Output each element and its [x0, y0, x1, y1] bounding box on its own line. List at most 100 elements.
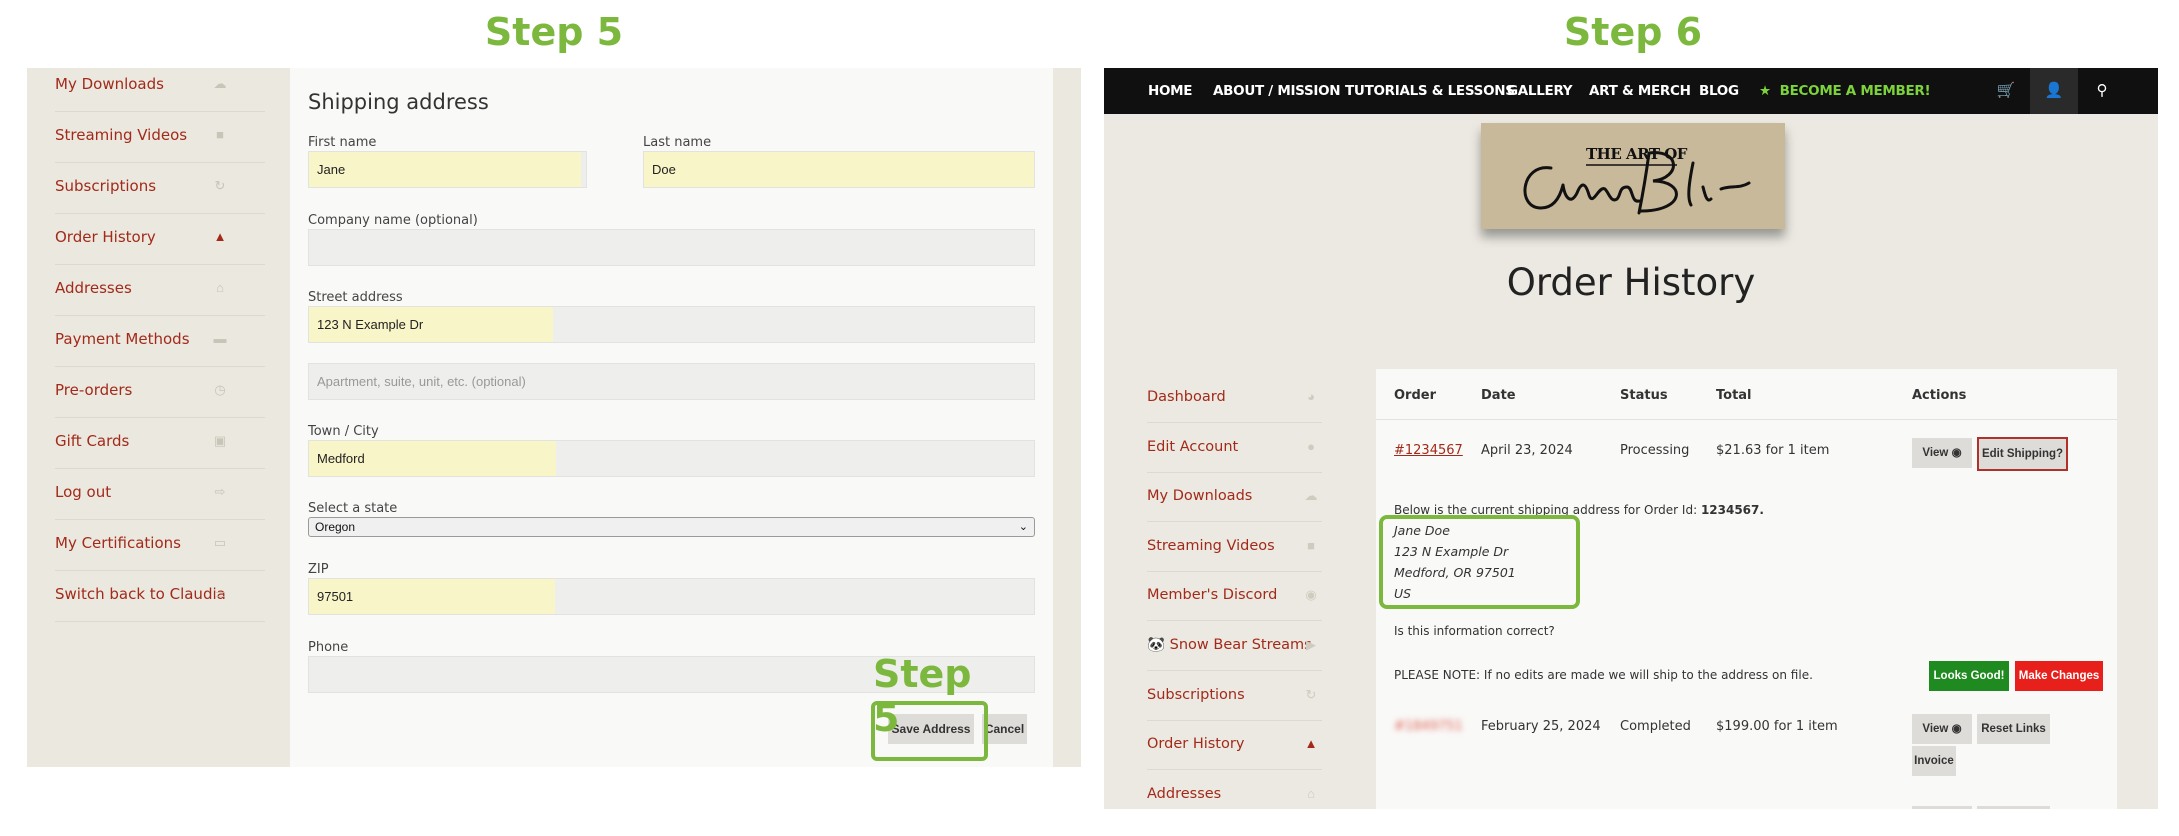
sidebar-item-order-history[interactable]: Order History ▲	[27, 224, 295, 275]
eye-icon: ◉	[1951, 723, 1962, 735]
site-logo[interactable]: THE ART OF	[1481, 123, 1785, 229]
basket-icon: ▲	[213, 229, 227, 244]
video-camera-icon: ■	[1307, 537, 1315, 553]
sidebar-item-subscriptions[interactable]: Subscriptions ↻	[1104, 683, 1374, 732]
sidebar-item-label: Pre-orders	[55, 381, 133, 399]
nav-blog[interactable]: BLOG	[1699, 68, 1739, 114]
sidebar-item-label: Addresses	[55, 279, 132, 297]
step-5-title: Step 5	[484, 10, 624, 54]
order-action-button[interactable]	[1977, 806, 2050, 809]
sidebar-item-label: Edit Account	[1147, 438, 1239, 455]
zip-label: ZIP	[308, 562, 329, 577]
sidebar-item-label: Streaming Videos	[1147, 537, 1275, 554]
document-icon: ▭	[213, 586, 227, 601]
nav-about[interactable]: ABOUT / MISSION	[1213, 68, 1341, 114]
state-select[interactable]: Oregon ⌄	[308, 517, 1035, 537]
nav-gallery[interactable]: GALLERY	[1507, 68, 1573, 114]
order-date: February 25, 2024	[1481, 719, 1601, 734]
nav-become-member[interactable]: ★ BECOME A MEMBER!	[1759, 68, 1931, 114]
sidebar-item-edit-account[interactable]: Edit Account ●	[1104, 435, 1374, 484]
city-field[interactable]: Medford	[308, 440, 1035, 477]
sidebar-item-label: Member's Discord	[1147, 587, 1278, 604]
header-total: Total	[1716, 388, 1752, 403]
order-date: April 23, 2024	[1481, 443, 1573, 458]
cart-icon[interactable]: 🛒	[1982, 68, 2030, 114]
video-camera-icon: ■	[216, 127, 224, 142]
sidebar-item-log-out[interactable]: Log out ⇨	[27, 479, 295, 530]
header-status: Status	[1620, 388, 1668, 403]
sidebar-item-label: Addresses	[1147, 785, 1222, 802]
search-icon[interactable]: ⚲	[2078, 68, 2126, 114]
sidebar-item-my-downloads[interactable]: My Downloads ☁	[27, 71, 295, 122]
order-total: $21.63 for 1 item	[1716, 443, 1830, 458]
please-note-text: PLEASE NOTE: If no edits are made we wil…	[1394, 668, 1813, 682]
first-name-label: First name	[308, 135, 377, 150]
user-icon[interactable]: 👤	[2030, 68, 2078, 114]
sidebar-item-streaming-videos[interactable]: Streaming Videos ■	[27, 122, 295, 173]
looks-good-button[interactable]: Looks Good!	[1929, 661, 2009, 691]
last-name-label: Last name	[643, 135, 712, 150]
make-changes-button[interactable]: Make Changes	[2015, 661, 2103, 691]
nav-art-merch[interactable]: ART & MERCH	[1589, 68, 1691, 114]
order-link-1234567[interactable]: #1234567	[1394, 443, 1463, 458]
page-title: Order History	[1506, 261, 1756, 304]
step-6-title: Step 6	[1563, 10, 1703, 54]
order-status: Completed	[1620, 719, 1691, 734]
sidebar-item-addresses[interactable]: Addresses ⌂	[27, 275, 295, 326]
reset-links-button[interactable]: Reset Links	[1977, 714, 2050, 744]
sidebar-item-addresses[interactable]: Addresses ⌂	[1104, 782, 1374, 809]
invoice-button[interactable]: Invoice	[1912, 746, 1956, 776]
apartment-field[interactable]: Apartment, suite, unit, etc. (optional)	[308, 363, 1035, 400]
address-highlight	[1379, 515, 1580, 609]
sidebar-item-label: My Downloads	[1147, 488, 1253, 505]
play-icon: ▶	[1306, 637, 1316, 652]
sidebar-item-snow-bear-streams[interactable]: 🐼 Snow Bear Streams ▶	[1104, 633, 1374, 682]
order-total: $199.00 for 1 item	[1716, 719, 1838, 734]
sidebar-item-streaming-videos[interactable]: Streaming Videos ■	[1104, 534, 1374, 583]
sidebar-item-label: Order History	[1147, 736, 1245, 753]
street-label: Street address	[308, 290, 403, 305]
cancel-button[interactable]: Cancel	[982, 714, 1027, 744]
header-actions: Actions	[1912, 388, 1967, 403]
sidebar-item-dashboard[interactable]: Dashboard ◕	[1104, 385, 1374, 434]
sidebar-item-my-downloads[interactable]: My Downloads ☁	[1104, 484, 1374, 533]
top-navigation: HOME ABOUT / MISSION TUTORIALS & LESSONS…	[1104, 68, 2158, 114]
sidebar-item-order-history[interactable]: Order History ▲	[1104, 732, 1374, 781]
order-link-blurred[interactable]: #1849751	[1394, 719, 1463, 734]
sidebar-item-label: Dashboard	[1147, 389, 1226, 405]
street-address-field[interactable]: 123 N Example Dr	[308, 306, 1035, 343]
credit-card-icon: ▬	[213, 331, 227, 346]
sidebar-item-gift-cards[interactable]: Gift Cards ▣	[27, 428, 295, 479]
sidebar-item-switch-back-to-claudia[interactable]: Switch back to Claudia ▭	[27, 581, 295, 632]
sidebar-item-payment-methods[interactable]: Payment Methods ▬	[27, 326, 295, 377]
last-name-field[interactable]: Doe	[643, 151, 1035, 188]
sidebar-item-label: Switch back to Claudia	[55, 585, 226, 603]
first-name-field[interactable]: Jane	[308, 151, 587, 188]
sidebar-item-pre-orders[interactable]: Pre-orders ◷	[27, 377, 295, 428]
sidebar-item-label: Order History	[55, 228, 156, 246]
refresh-icon: ↻	[1305, 686, 1317, 702]
nav-home[interactable]: HOME	[1148, 68, 1193, 114]
company-field[interactable]	[308, 229, 1035, 266]
nav-tutorials[interactable]: TUTORIALS & LESSONS	[1345, 68, 1515, 114]
edit-shipping-button[interactable]: Edit Shipping?	[1977, 437, 2068, 471]
basket-icon: ▲	[1304, 736, 1318, 752]
view-order-button[interactable]	[1912, 806, 1972, 809]
view-order-button[interactable]: View ◉	[1912, 438, 1972, 468]
discord-icon: ◉	[1305, 587, 1317, 603]
gauge-icon: ◕	[1307, 389, 1315, 404]
user-icon: ●	[1307, 438, 1315, 454]
sidebar-item-member-s-discord[interactable]: Member's Discord ◉	[1104, 583, 1374, 632]
sidebar-item-my-certifications[interactable]: My Certifications ▭	[27, 530, 295, 581]
sidebar-item-subscriptions[interactable]: Subscriptions ↻	[27, 173, 295, 224]
header-date: Date	[1481, 388, 1516, 403]
zip-field[interactable]: 97501	[308, 578, 1035, 615]
city-label: Town / City	[308, 424, 379, 439]
state-label: Select a state	[308, 501, 398, 516]
signature-logo	[1523, 151, 1751, 215]
view-order-button[interactable]: View ◉	[1912, 714, 1972, 744]
sidebar-item-label: Subscriptions	[1147, 686, 1245, 703]
sidebar-item-label: Log out	[55, 483, 112, 501]
refresh-icon: ↻	[214, 178, 226, 193]
star-icon: ★	[1759, 83, 1771, 99]
